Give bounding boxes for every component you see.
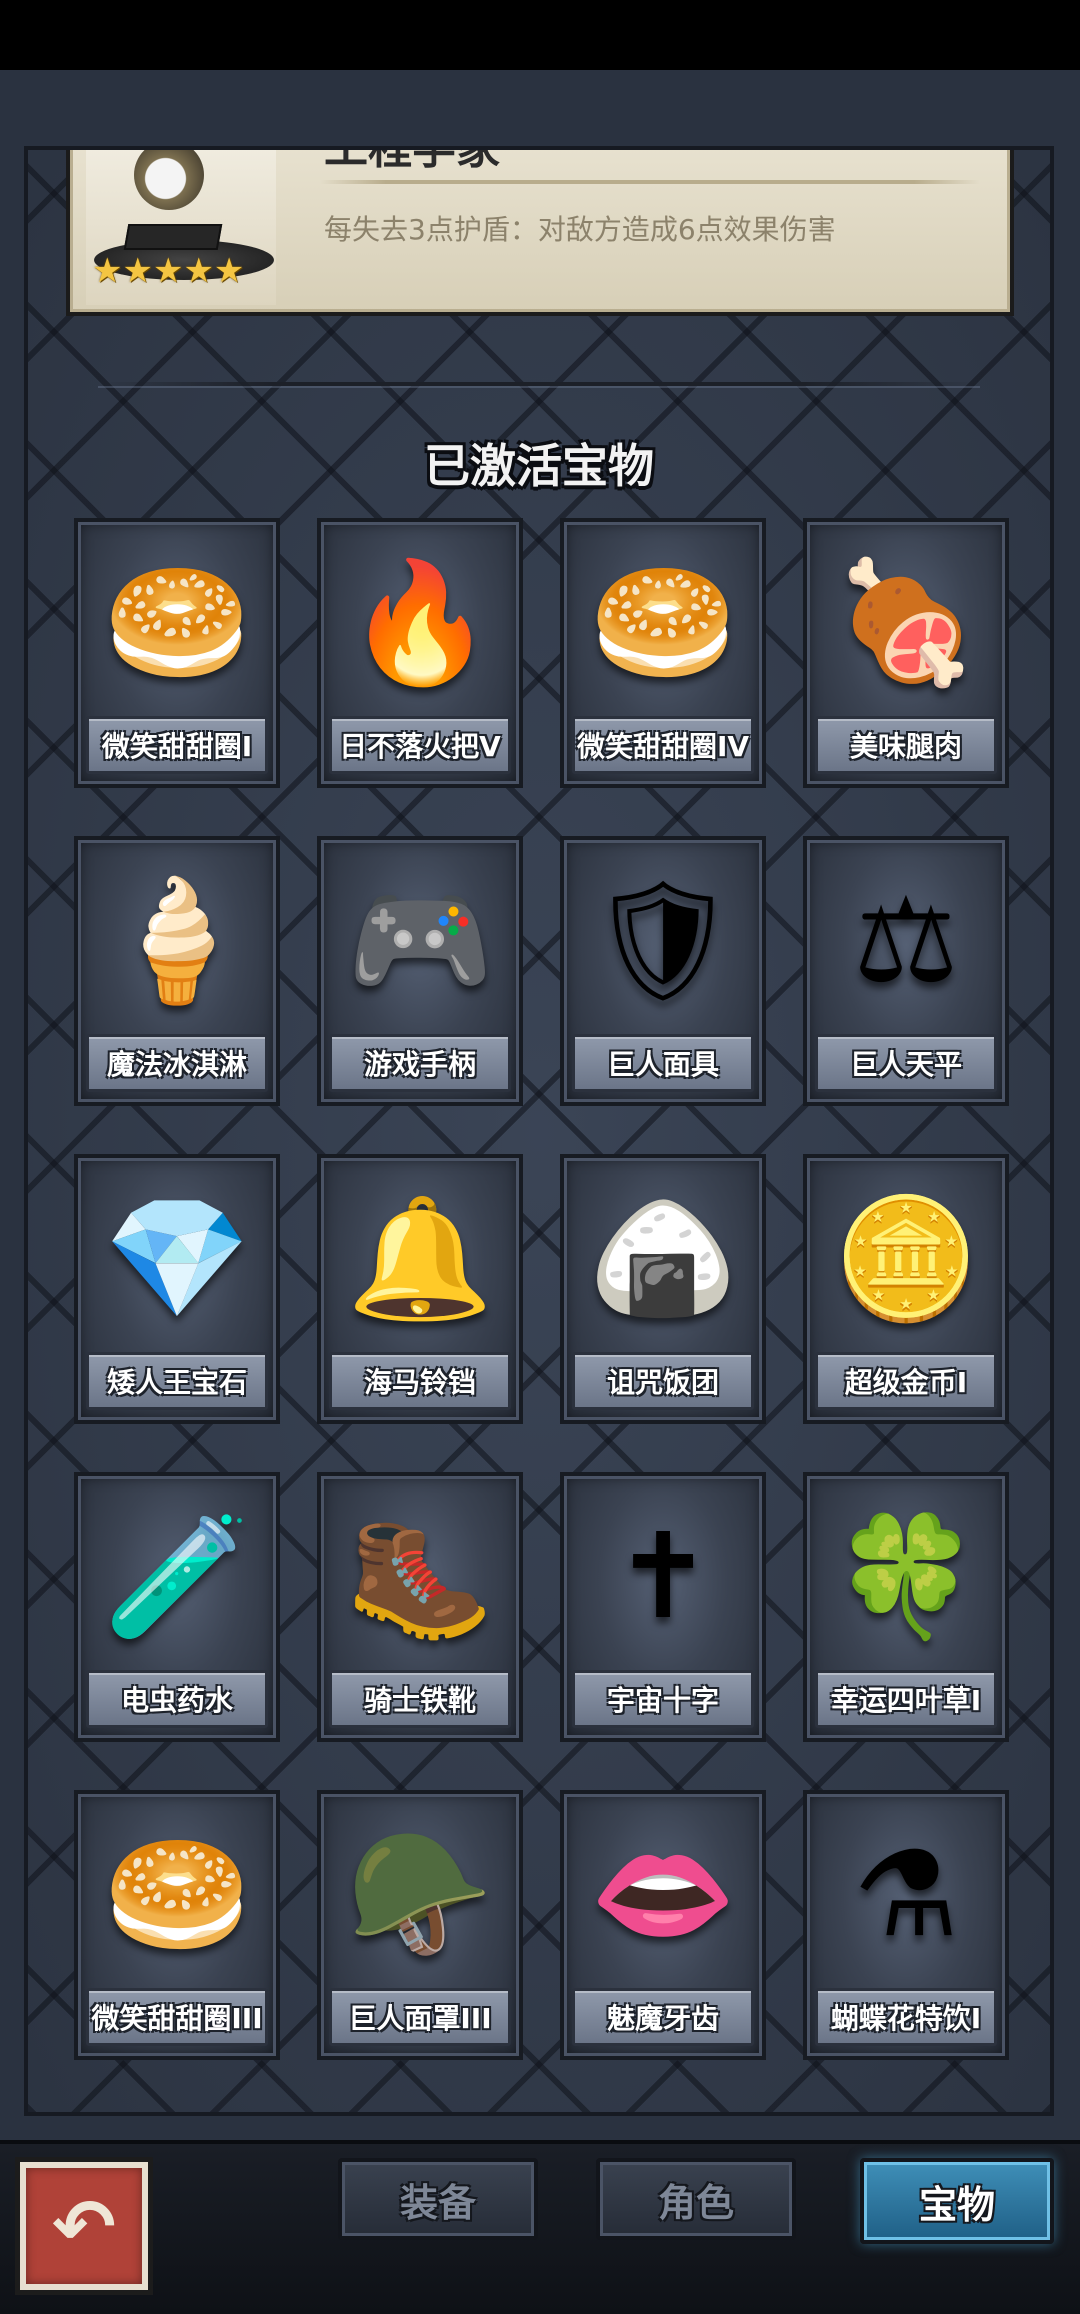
treasure-name: 骑士铁靴 (329, 1670, 511, 1728)
donut-icon: 🥯 (589, 553, 737, 691)
treasure-tile[interactable]: 🍀 幸运四叶草I (803, 1472, 1009, 1742)
potion-tube-icon: 🧪 (103, 1507, 251, 1645)
treasure-tile[interactable]: 🎮 游戏手柄 (317, 836, 523, 1106)
bottom-nav: ↶ 装备 角色 宝物 (0, 2140, 1080, 2314)
treasure-name: 矮人王宝石 (86, 1352, 268, 1410)
star-rating: ★★★★★ (92, 254, 244, 288)
treasure-name: 微笑甜甜圈III (86, 1988, 268, 2046)
gamepad-icon: 🎮 (346, 871, 494, 1009)
treasure-tile[interactable]: 🪖 巨人面罩III (317, 1790, 523, 2060)
treasure-tile[interactable]: 🧪 电虫药水 (74, 1472, 280, 1742)
treasure-name: 美味腿肉 (815, 716, 997, 774)
treasure-name: 魅魔牙齿 (572, 1988, 754, 2046)
portrait-book (123, 224, 223, 250)
treasure-name: 蝴蝶花特饮I (815, 1988, 997, 2046)
treasure-name: 游戏手柄 (329, 1034, 511, 1092)
ice-cream-icon: 🍦 (103, 871, 251, 1009)
treasure-tile[interactable]: 🥯 微笑甜甜圈IV (560, 518, 766, 788)
boots-icon: 🥾 (346, 1507, 494, 1645)
treasure-tile[interactable]: 🥯 微笑甜甜圈III (74, 1790, 280, 2060)
treasure-name: 幸运四叶草I (815, 1670, 997, 1728)
treasure-tile[interactable]: ⚖ 巨人天平 (803, 836, 1009, 1106)
treasure-name: 超级金币I (815, 1352, 997, 1410)
rice-ball-icon: 🍙 (589, 1189, 737, 1327)
treasure-name: 巨人面具 (572, 1034, 754, 1092)
coin-icon: 🪙 (832, 1189, 980, 1327)
donut-icon: 🥯 (103, 553, 251, 691)
treasure-name: 宇宙十字 (572, 1670, 754, 1728)
treasure-tile[interactable]: 🔔 海马铃铛 (317, 1154, 523, 1424)
character-portrait: ★★★★★ (86, 150, 276, 305)
treasure-tile[interactable]: 🍙 诅咒饭团 (560, 1154, 766, 1424)
treasure-name: 微笑甜甜圈I (86, 716, 268, 774)
scales-icon: ⚖ (853, 871, 959, 1009)
star-icons: ★★★★★ (92, 251, 245, 291)
treasure-tile[interactable]: 🔥 日不落火把V (317, 518, 523, 788)
character-figure (134, 150, 204, 210)
treasure-name: 巨人面罩III (329, 1988, 511, 2046)
lips-fangs-icon: 👄 (589, 1825, 737, 1963)
gem-icon: 💎 (103, 1189, 251, 1327)
treasure-name: 日不落火把V (329, 716, 511, 774)
tab-label: 装备 (399, 2180, 476, 2225)
potion-flask-icon: ⚗ (853, 1825, 959, 1963)
tab-treasure[interactable]: 宝物 (860, 2158, 1054, 2244)
cross-icon: ✝ (613, 1507, 713, 1645)
screen-frame: ★★★★★ 工程学家 每失去3点护盾：对敌方造成6点效果伤害 已激活宝物 🥯 微笑… (0, 70, 1080, 2140)
back-button[interactable]: ↶ (20, 2162, 148, 2290)
treasure-tile[interactable]: 🍦 魔法冰淇淋 (74, 836, 280, 1106)
torch-icon: 🔥 (346, 553, 494, 691)
treasure-name: 电虫药水 (86, 1670, 268, 1728)
clover-icon: 🍀 (832, 1507, 980, 1645)
treasure-tile[interactable]: ⚗ 蝴蝶花特饮I (803, 1790, 1009, 2060)
status-bar (0, 0, 1080, 70)
tab-label: 角色 (657, 2180, 734, 2225)
meat-leg-icon: 🍖 (832, 553, 980, 691)
treasure-tile[interactable]: 👄 魅魔牙齿 (560, 1790, 766, 2060)
character-description: 每失去3点护盾：对敌方造成6点效果伤害 (324, 213, 836, 246)
treasure-name: 微笑甜甜圈IV (572, 716, 754, 774)
bell-icon: 🔔 (346, 1189, 494, 1327)
treasure-tile[interactable]: 💎 矮人王宝石 (74, 1154, 280, 1424)
mask-icon: 🛡 (588, 871, 738, 1009)
character-name: 工程学家 (324, 146, 500, 174)
treasure-name: 魔法冰淇淋 (86, 1034, 268, 1092)
treasure-tile[interactable]: 🍖 美味腿肉 (803, 518, 1009, 788)
tab-label: 宝物 (918, 2182, 995, 2227)
donut-icon: 🥯 (103, 1825, 251, 1963)
face-guard-icon: 🪖 (346, 1825, 494, 1963)
back-arrow-icon: ↶ (52, 2181, 116, 2271)
tab-equipment[interactable]: 装备 (338, 2158, 538, 2240)
section-title: 已激活宝物 (424, 439, 654, 493)
treasure-name: 诅咒饭团 (572, 1352, 754, 1410)
treasure-tile[interactable]: 🛡 巨人面具 (560, 836, 766, 1106)
treasure-panel[interactable]: ★★★★★ 工程学家 每失去3点护盾：对敌方造成6点效果伤害 已激活宝物 🥯 微笑… (24, 146, 1054, 2116)
treasure-tile[interactable]: 🥯 微笑甜甜圈I (74, 518, 280, 788)
character-card: ★★★★★ 工程学家 每失去3点护盾：对敌方造成6点效果伤害 (66, 146, 1014, 316)
card-divider (320, 180, 980, 184)
treasure-name: 巨人天平 (815, 1034, 997, 1092)
tab-character[interactable]: 角色 (596, 2158, 796, 2240)
treasure-tile[interactable]: 🪙 超级金币I (803, 1154, 1009, 1424)
section-divider (98, 382, 980, 386)
treasure-name: 海马铃铛 (329, 1352, 511, 1410)
treasure-tile[interactable]: 🥾 骑士铁靴 (317, 1472, 523, 1742)
treasure-tile[interactable]: ✝ 宇宙十字 (560, 1472, 766, 1742)
treasure-grid: 🥯 微笑甜甜圈I 🔥 日不落火把V 🥯 微笑甜甜圈IV 🍖 美味腿肉 🍦 魔法冰淇淋 🎮 游戏手柄 🛡 巨… (74, 518, 1009, 2060)
